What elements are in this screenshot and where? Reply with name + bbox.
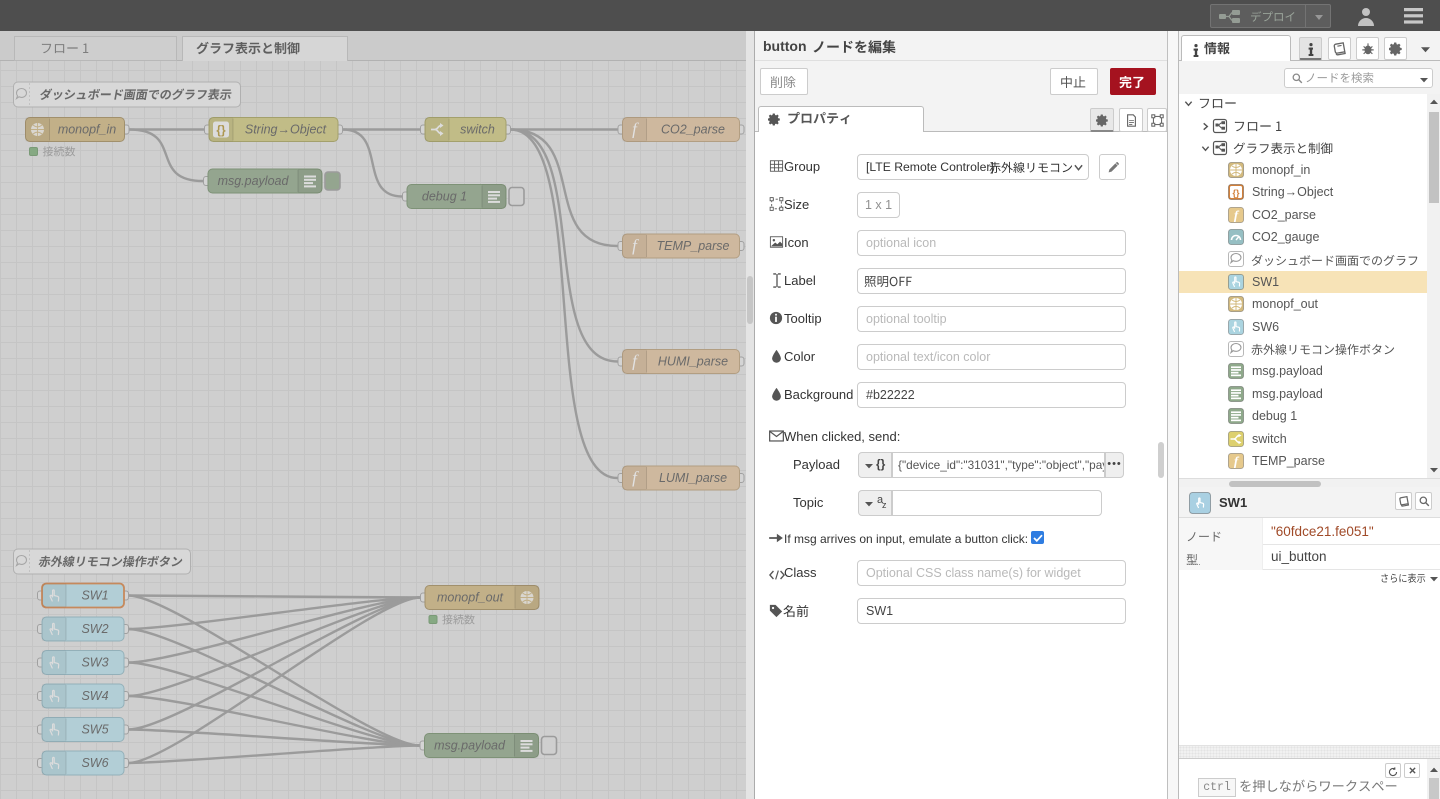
svg-text:{}: {}: [216, 123, 226, 137]
svg-text:switch: switch: [460, 123, 495, 137]
svg-text:SW1: SW1: [81, 589, 108, 603]
svg-text:SW2: SW2: [81, 622, 108, 636]
svg-text:debug 1: debug 1: [422, 190, 467, 204]
svg-text:CO2_parse: CO2_parse: [661, 123, 725, 137]
svg-text:HUMI_parse: HUMI_parse: [658, 355, 728, 369]
svg-text:TEMP_parse: TEMP_parse: [657, 239, 730, 253]
svg-text:monopf_out: monopf_out: [437, 591, 504, 605]
svg-text:msg.payload: msg.payload: [434, 739, 506, 753]
svg-text:monopf_in: monopf_in: [58, 123, 116, 137]
svg-text:msg.payload: msg.payload: [218, 174, 290, 188]
svg-text:SW4: SW4: [81, 689, 108, 703]
svg-text:LUMI_parse: LUMI_parse: [659, 471, 727, 485]
svg-text:SW3: SW3: [81, 656, 108, 670]
svg-text:String→Object: String→Object: [245, 123, 327, 137]
svg-text:SW5: SW5: [81, 723, 108, 737]
svg-text:{}: {}: [1232, 188, 1240, 198]
svg-text:SW6: SW6: [81, 756, 108, 770]
